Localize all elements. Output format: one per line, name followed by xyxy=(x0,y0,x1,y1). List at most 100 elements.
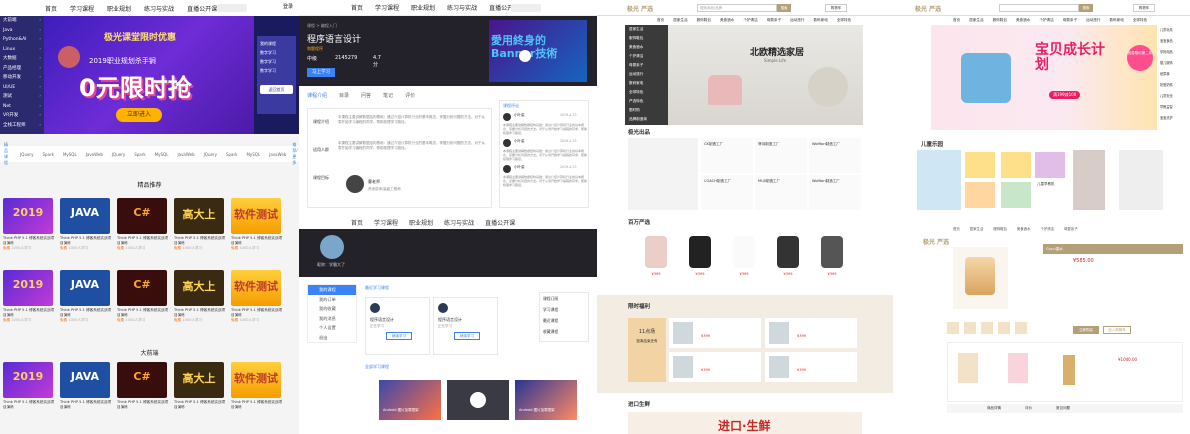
thumbnail[interactable] xyxy=(998,322,1010,334)
sale-item[interactable]: ¥399 xyxy=(765,352,857,382)
product-tile[interactable]: ¥399 xyxy=(637,232,675,284)
nav-item[interactable]: 练习与实战 xyxy=(144,4,174,13)
product-tile[interactable]: ¥399 xyxy=(813,232,851,284)
tag[interactable]: JavaWeb xyxy=(86,152,103,157)
right-tab[interactable]: 最近课程 xyxy=(543,315,588,326)
side-item[interactable]: 我的订单 xyxy=(308,295,356,305)
thumbnail[interactable] xyxy=(964,322,976,334)
card-caption[interactable]: Think PHP 5.1 博客系统实战项目演练 免费 1000人学习 xyxy=(60,308,112,323)
factory-tile[interactable]: COACH制造工厂 xyxy=(701,175,753,210)
fresh-banner[interactable]: 进口·生鲜 xyxy=(628,412,862,434)
right-tab[interactable]: 课程订阅 xyxy=(543,293,588,304)
sidebar-item[interactable]: 大前端 xyxy=(0,16,44,26)
nav-item[interactable]: 美食酒水 xyxy=(1017,226,1031,231)
cart-button[interactable]: 购物车 xyxy=(825,4,847,12)
side-link[interactable]: 孕妈用品 xyxy=(1160,47,1190,58)
kids-product[interactable] xyxy=(1035,152,1065,178)
nav-item[interactable]: 职业规划 xyxy=(411,3,435,12)
rec-image[interactable] xyxy=(1008,353,1028,383)
breadcrumb[interactable]: 课程 > 编程入门 xyxy=(307,23,337,29)
tab[interactable]: 评价 xyxy=(1025,406,1032,411)
kids-product[interactable] xyxy=(965,182,995,208)
course-card[interactable]: 软件测试 xyxy=(231,270,281,306)
side-link[interactable]: 纸尿裤 xyxy=(1160,69,1190,80)
nav-item[interactable]: 居家生活 xyxy=(970,226,984,231)
card-caption[interactable]: Think PHP 5.1 博客系统实战项目演练 免费 1000人学习 xyxy=(174,236,226,251)
cat-item[interactable]: 品牌制造商 xyxy=(625,115,668,124)
nav-item[interactable]: 个护清洁 xyxy=(1040,226,1054,231)
cat-item[interactable]: 数码家电 xyxy=(625,79,668,88)
tag[interactable]: JQuery xyxy=(20,152,33,157)
enter-button[interactable]: 立即进入 xyxy=(116,108,162,122)
tag[interactable]: MySQL xyxy=(246,152,260,157)
continue-button[interactable]: 继续学习 xyxy=(386,332,412,340)
home-button[interactable]: 返回首页 xyxy=(260,85,293,94)
course-card[interactable]: 软件测试 xyxy=(231,362,281,398)
kids-product[interactable] xyxy=(1001,152,1031,178)
course-card[interactable]: 高大上 xyxy=(174,198,224,234)
thumbnail[interactable] xyxy=(1015,322,1027,334)
nav-item[interactable]: 全球特色 xyxy=(1133,18,1147,23)
sidebar-item[interactable]: Net xyxy=(0,102,44,112)
side-link[interactable]: 婴儿服饰 xyxy=(1160,58,1190,69)
course-card[interactable]: 程序语言设计 正在学习 继续学习 xyxy=(365,297,430,355)
sidebar-item[interactable]: VR开发 xyxy=(0,111,44,121)
kids-product[interactable] xyxy=(1001,182,1031,208)
course-card[interactable]: JAVA xyxy=(60,362,110,398)
sidebar-item[interactable]: 大数据 xyxy=(0,54,44,64)
login-link[interactable]: 登录 xyxy=(283,3,293,10)
search-input[interactable] xyxy=(511,4,541,12)
cart-button[interactable]: 购物车 xyxy=(1133,4,1155,12)
cat-item[interactable]: 运动旅行 xyxy=(625,70,668,79)
card-caption[interactable]: Think PHP 5.1 博客系统实战项目演练 免费 1000人学习 xyxy=(231,236,283,251)
tag[interactable]: MySQL xyxy=(155,152,169,157)
nav-item[interactable]: 首页 xyxy=(953,18,960,23)
card-caption[interactable]: Think PHP 5.1 博客系统实战项目演练 免费 1000人学习 xyxy=(117,236,169,251)
panel-item[interactable]: 数字学习 xyxy=(260,66,293,75)
tab[interactable]: 问答 xyxy=(361,92,371,99)
nav-item[interactable]: 练习与实战 xyxy=(444,218,474,227)
side-link[interactable]: 宝宝食品 xyxy=(1160,36,1190,47)
nav-item[interactable]: 首页 xyxy=(657,18,664,23)
course-card[interactable]: JAVA xyxy=(60,198,110,234)
card-caption[interactable]: Think PHP 5.1 博客系统实战项目演练 xyxy=(231,400,283,410)
home-banner[interactable]: 北欧精选家居 Simple Life xyxy=(668,25,863,125)
course-card[interactable]: 2019 xyxy=(3,270,53,306)
nav-item[interactable]: 直播公开课 xyxy=(187,4,217,13)
thumbnail[interactable] xyxy=(947,322,959,334)
side-link[interactable]: 儿童玩具 xyxy=(1160,25,1190,36)
tab[interactable]: 课程介绍 xyxy=(307,92,327,99)
play-icon[interactable] xyxy=(519,50,531,62)
course-card[interactable]: 2019 xyxy=(3,362,53,398)
add-cart-button[interactable]: 加入购物车 xyxy=(1103,326,1131,334)
nav-item[interactable]: 全球特色 xyxy=(837,18,851,23)
tag[interactable]: Spark xyxy=(134,152,146,157)
buy-button[interactable]: 立即购买 xyxy=(1073,326,1099,334)
shop-logo[interactable]: 极光 严选 xyxy=(923,237,949,246)
cat-item[interactable]: 限时购 xyxy=(625,106,668,115)
factory-tile[interactable] xyxy=(628,138,698,210)
tab[interactable]: 笔记 xyxy=(383,92,393,99)
course-card[interactable]: 高大上 xyxy=(174,270,224,306)
tag[interactable]: JQuery xyxy=(204,152,217,157)
nav-item[interactable]: 美食酒水 xyxy=(720,18,734,23)
factory-tile[interactable]: Wolfton制造工厂 xyxy=(809,175,861,210)
card-caption[interactable]: Think PHP 5.1 博客系统实战项目演练 xyxy=(117,400,169,410)
course-card[interactable]: 高大上 xyxy=(174,362,224,398)
nav-item[interactable]: 居家生活 xyxy=(673,18,687,23)
nav-item[interactable]: 首页 xyxy=(351,218,363,227)
sale-item[interactable]: ¥399 xyxy=(765,318,857,348)
course-card[interactable]: JAVA xyxy=(60,270,110,306)
right-tab[interactable]: 学习课程 xyxy=(543,304,588,315)
nav-item[interactable]: 服饰鞋包 xyxy=(697,18,711,23)
tag[interactable]: MySQL xyxy=(63,152,77,157)
nav-item[interactable]: 母婴亲子 xyxy=(1064,226,1078,231)
avatar[interactable] xyxy=(320,235,344,259)
sidebar-item[interactable]: 移动开发 xyxy=(0,73,44,83)
side-link[interactable]: 早教益智 xyxy=(1160,102,1190,113)
card-caption[interactable]: Think PHP 5.1 博客系统实战项目演练 xyxy=(60,400,112,410)
product-tile[interactable]: ¥399 xyxy=(725,232,763,284)
nav-item[interactable]: 学习课程 xyxy=(70,4,94,13)
nav-item[interactable]: 母婴亲子 xyxy=(767,18,781,23)
tag[interactable]: Spark xyxy=(226,152,238,157)
